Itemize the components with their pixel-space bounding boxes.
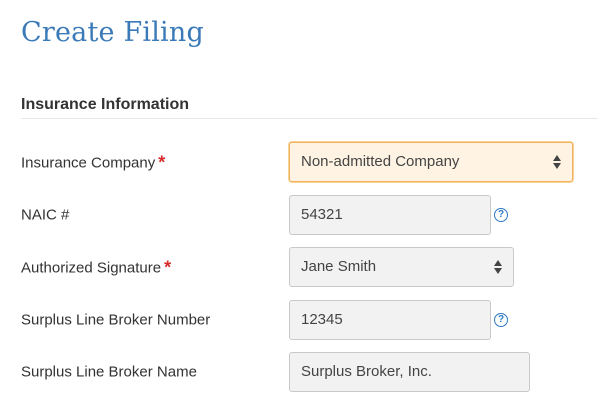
insurance-company-label: Insurance Company * bbox=[21, 152, 165, 173]
broker-number-input[interactable]: 12345 bbox=[289, 300, 491, 340]
required-asterisk: * bbox=[158, 152, 166, 173]
broker-number-row: Surplus Line Broker Number 12345 ? bbox=[0, 300, 598, 340]
insurance-company-label-text: Insurance Company bbox=[21, 154, 156, 172]
insurance-company-select[interactable]: Non-admitted Company bbox=[289, 142, 573, 182]
broker-number-label: Surplus Line Broker Number bbox=[21, 311, 211, 329]
naic-label: NAIC # bbox=[21, 206, 70, 224]
authorized-signature-label: Authorized Signature * bbox=[21, 257, 171, 278]
authorized-signature-value: Jane Smith bbox=[301, 258, 377, 275]
broker-name-row: Surplus Line Broker Name Surplus Broker,… bbox=[0, 352, 598, 392]
section-title: Insurance Information bbox=[21, 96, 190, 113]
broker-name-value: Surplus Broker, Inc. bbox=[301, 363, 432, 380]
section-divider bbox=[21, 118, 598, 119]
help-circle-icon[interactable]: ? bbox=[494, 208, 508, 222]
insurance-company-value: Non-admitted Company bbox=[301, 153, 460, 170]
naic-row: NAIC # 54321 ? bbox=[0, 195, 598, 235]
select-arrows-icon bbox=[552, 154, 562, 170]
broker-name-label: Surplus Line Broker Name bbox=[21, 363, 197, 381]
required-asterisk: * bbox=[164, 257, 172, 278]
broker-name-input[interactable]: Surplus Broker, Inc. bbox=[289, 352, 530, 392]
select-arrows-icon bbox=[493, 259, 503, 275]
authorized-signature-label-text: Authorized Signature bbox=[21, 259, 162, 277]
broker-number-value: 12345 bbox=[301, 311, 343, 328]
naic-value: 54321 bbox=[301, 206, 343, 223]
insurance-company-row: Insurance Company * Non-admitted Company bbox=[0, 142, 598, 182]
naic-input[interactable]: 54321 bbox=[289, 195, 491, 235]
authorized-signature-row: Authorized Signature * Jane Smith bbox=[0, 247, 598, 287]
authorized-signature-select[interactable]: Jane Smith bbox=[289, 247, 514, 287]
page-title: Create Filing bbox=[21, 17, 204, 48]
help-circle-icon[interactable]: ? bbox=[494, 313, 508, 327]
